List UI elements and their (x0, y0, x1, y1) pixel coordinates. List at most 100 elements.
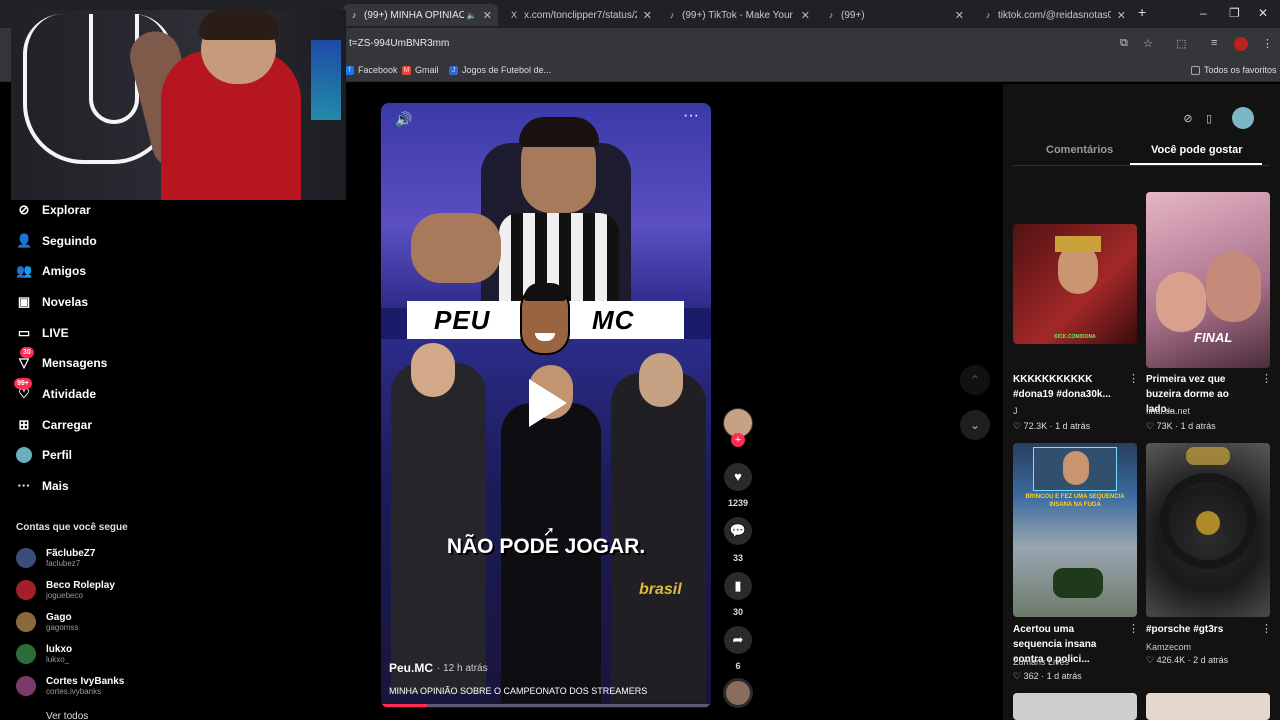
extensions-icon[interactable]: ⬚ (1176, 37, 1186, 50)
followed-account[interactable]: Cortes IvyBanks cortes.ivybanks (16, 674, 124, 698)
card-date: 1 d atrás (1046, 671, 1082, 681)
sidebar-item-explorar[interactable]: ⊘ Explorar (16, 199, 91, 221)
browser-menu-icon[interactable]: ⋮ (1262, 37, 1273, 50)
like-button[interactable]: ♥ (724, 463, 752, 491)
novelas-icon: ▣ (17, 294, 31, 309)
tab-voce-pode-gostar[interactable]: Você pode gostar (1151, 144, 1242, 156)
bookmark-star-icon[interactable]: ☆ (1143, 37, 1153, 50)
all-bookmarks[interactable]: Todos os favoritos (1191, 65, 1277, 75)
new-tab-icon[interactable]: + (1138, 4, 1146, 20)
close-tab-icon[interactable]: ✕ (483, 9, 492, 22)
volume-icon[interactable]: 🔊 (395, 111, 412, 128)
bookmark-facebook[interactable]: f Facebook (345, 65, 398, 75)
video-thumbnail[interactable] (1013, 693, 1137, 720)
tab-label: (99+) (841, 9, 865, 21)
recommendations-panel: ⊘ ▯ Comentários Você pode gostar KICK.CO… (1003, 84, 1280, 720)
user-avatar[interactable] (1232, 107, 1254, 129)
account-name: Cortes IvyBanks (46, 676, 125, 687)
bookmark-jogos[interactable]: J Jogos de Futebol de... (449, 65, 551, 75)
followed-account[interactable]: FãclubeZ7 faclubez7 (16, 546, 95, 570)
browser-tab[interactable]: ♪ (99+) MINHA OPINIÃO SO 🔈 ✕ (343, 4, 498, 26)
share-button[interactable]: ➦ (724, 626, 752, 654)
sidebar-item-label: Mais (42, 479, 69, 493)
thumb-text: KICK.COM/DONA (1054, 334, 1096, 340)
mouse-cursor: ➚ (543, 523, 555, 539)
browser-tab[interactable]: X x.com/tonclipper7/status/209 ✕ (503, 4, 658, 26)
following-section-title: Contas que você segue (16, 522, 128, 533)
activity-icon: ♡ 99+ (14, 378, 32, 402)
card-more-icon[interactable]: ⋮ (1128, 372, 1139, 385)
browser-tab[interactable]: ♪ (99+) TikTok - Make Your Day ✕ (661, 4, 816, 26)
heart-outline-icon: ♡ (1013, 671, 1022, 681)
video-thumbnail[interactable] (1146, 693, 1270, 720)
bookmark-label: Jogos de Futebol de... (462, 65, 552, 75)
sidebar-item-novelas[interactable]: ▣ Novelas (16, 291, 88, 313)
previous-video-button[interactable]: ⌃ (960, 365, 990, 395)
avatar (16, 580, 36, 600)
sidebar-item-carregar[interactable]: ⊞ Carregar (16, 414, 92, 436)
more-icon: ··· (17, 478, 31, 493)
card-meta: ♡ 362 · 1 d atrás (1013, 671, 1082, 682)
thumb-text: FINAL (1194, 330, 1233, 345)
video-author[interactable]: Peu.MC (389, 661, 433, 675)
video-description: MINHA OPINIÃO SOBRE O CAMPEONATO DOS STR… (389, 686, 648, 696)
sidebar-item-label: LIVE (42, 326, 69, 340)
follow-plus-icon[interactable]: + (731, 433, 745, 447)
browser-tab[interactable]: ♪ tiktok.com/@reidasnotas007/ ✕ (977, 4, 1132, 26)
minimize-icon[interactable]: – (1200, 6, 1207, 20)
card-title[interactable]: KKKKKKKKKKK #dona19 #dona30k... (1013, 372, 1125, 402)
browser-tab[interactable]: ♪ (99+) ✕ (820, 4, 970, 26)
see-all-link[interactable]: Ver todos (46, 711, 88, 720)
profile-avatar-icon[interactable] (1234, 37, 1248, 51)
video-thumbnail[interactable]: FINAL (1146, 192, 1270, 368)
card-date: 1 d atrás (1180, 421, 1216, 431)
close-tab-icon[interactable]: ✕ (955, 9, 964, 22)
card-more-icon[interactable]: ⋮ (1261, 622, 1272, 635)
followed-account[interactable]: lukxo lukxo_ (16, 642, 72, 666)
video-thumbnail[interactable]: BRINCOU E FEZ UMA SEQUENCIA INSANA NA FU… (1013, 443, 1137, 617)
card-likes: 72.3K (1023, 421, 1048, 431)
followed-account[interactable]: Gago gagomss (16, 610, 78, 634)
account-name: Beco Roleplay (46, 580, 115, 591)
sidebar-item-seguindo[interactable]: 👤 Seguindo (16, 230, 97, 252)
mobile-icon[interactable]: ▯ (1200, 110, 1218, 128)
cartoon-face (520, 283, 570, 355)
video-player[interactable]: PEU MC brasil NÃO PODE JOGAR. 🔊 ··· Peu.… (381, 103, 711, 708)
close-tab-icon[interactable]: ✕ (1117, 9, 1126, 22)
video-thumbnail[interactable] (1146, 443, 1270, 617)
card-more-icon[interactable]: ⋮ (1128, 622, 1139, 635)
sidebar-item-mais[interactable]: ··· Mais (16, 475, 69, 497)
sidebar-item-mensagens[interactable]: ▽ 30 Mensagens (16, 347, 107, 374)
tab-comentarios[interactable]: Comentários (1046, 144, 1113, 156)
sidebar-item-perfil[interactable]: Perfil (16, 444, 72, 466)
compass-icon: ⊘ (18, 202, 30, 217)
close-tab-icon[interactable]: ✕ (801, 9, 810, 22)
save-button[interactable]: ▮ (724, 572, 752, 600)
next-video-button[interactable]: ⌄ (960, 410, 990, 440)
explore-icon[interactable]: ⊘ (1179, 110, 1197, 128)
video-thumbnail[interactable]: KICK.COM/DONA (1013, 224, 1137, 344)
upload-icon: ⊞ (18, 417, 30, 432)
followed-account[interactable]: Beco Roleplay joguebeco (16, 578, 115, 602)
comment-button[interactable]: 💬 (724, 517, 752, 545)
card-title[interactable]: #porsche #gt3rs (1146, 622, 1258, 637)
banner-left-text: PEU (434, 305, 491, 335)
url-field[interactable]: t=ZS-994UmBNR3mm (349, 38, 449, 49)
card-author: Zumans Lives (1013, 657, 1070, 667)
video-progress-bar[interactable] (381, 704, 711, 707)
close-tab-icon[interactable]: ✕ (643, 9, 652, 22)
sidebar-item-live[interactable]: ▭ LIVE (16, 322, 69, 344)
bookmark-gmail[interactable]: M Gmail (402, 65, 439, 75)
card-more-icon[interactable]: ⋮ (1261, 372, 1272, 385)
webcam-overlay (11, 10, 346, 200)
sidebar-item-atividade[interactable]: ♡ 99+ Atividade (14, 378, 96, 405)
more-options-icon[interactable]: ··· (683, 107, 699, 125)
play-icon[interactable] (529, 379, 567, 427)
music-disc[interactable] (723, 678, 753, 708)
install-app-icon[interactable]: ⧉ (1120, 37, 1128, 50)
sidebar-item-amigos[interactable]: 👥 Amigos (16, 260, 86, 282)
window-close-icon[interactable]: ✕ (1258, 6, 1268, 20)
maximize-icon[interactable]: ❐ (1229, 6, 1240, 20)
tab-label: tiktok.com/@reidasnotas007/ (998, 9, 1111, 21)
media-control-icon[interactable]: ≡ (1211, 37, 1217, 49)
